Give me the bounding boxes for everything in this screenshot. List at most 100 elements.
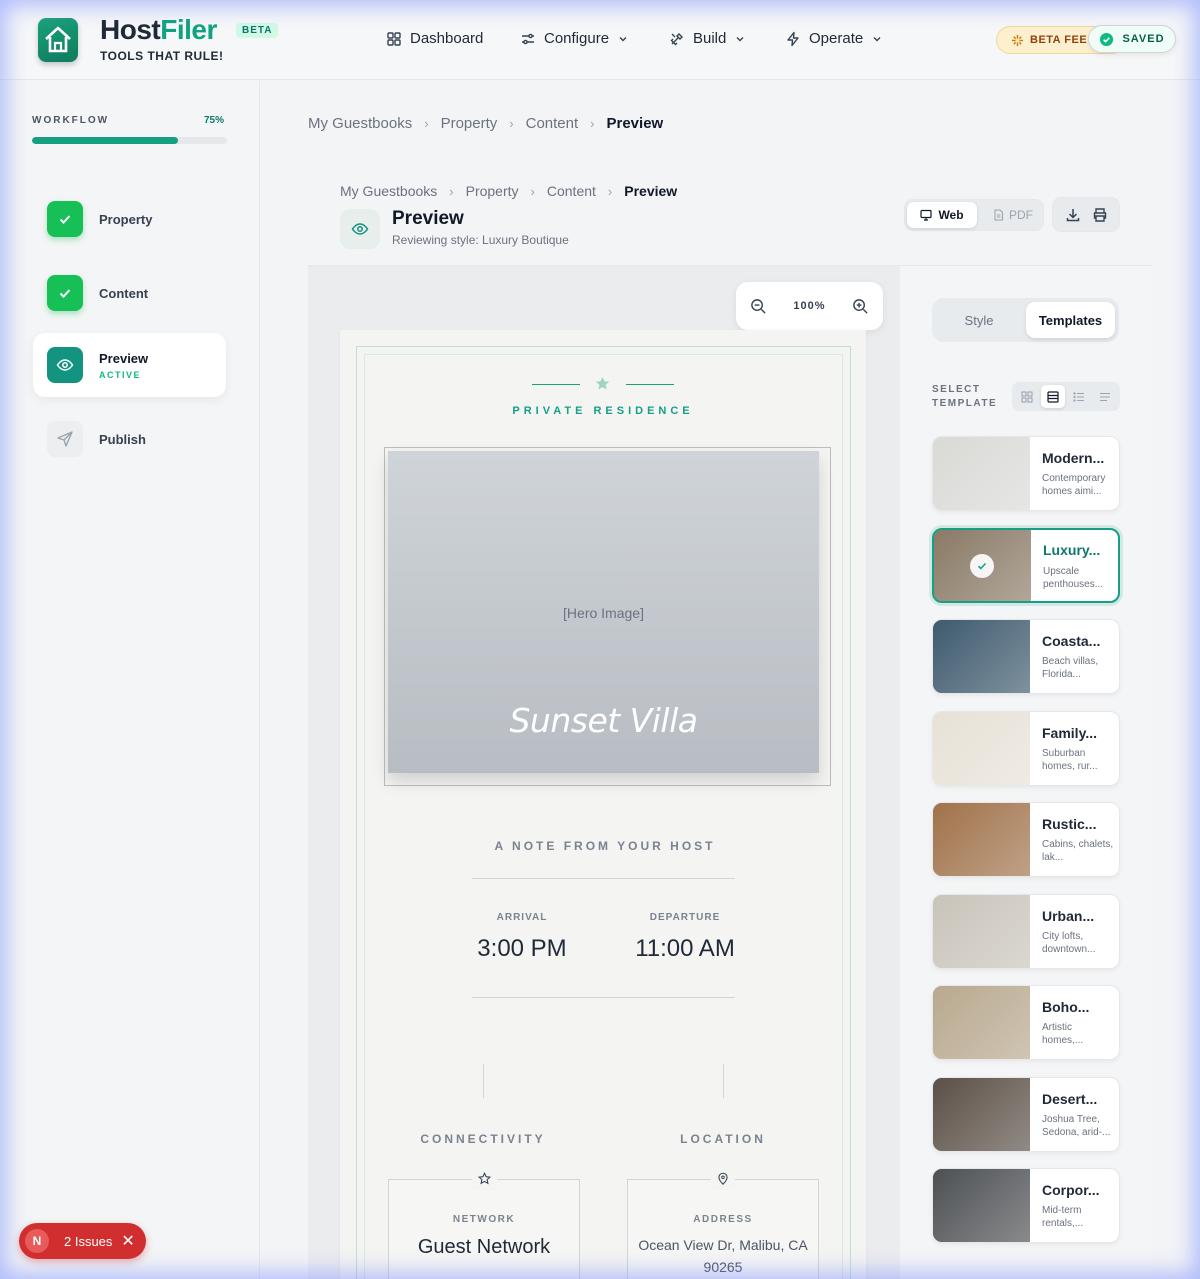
chevron-down-icon — [736, 36, 744, 41]
tab-templates[interactable]: Templates — [1026, 302, 1115, 338]
template-description: Artistic homes,... — [1042, 1022, 1084, 1046]
issues-badge: N — [25, 1229, 49, 1253]
send-icon — [47, 421, 83, 457]
template-card[interactable]: Coasta... Beach villas, Florida... — [932, 619, 1120, 694]
view-mode-toggle — [1012, 382, 1120, 411]
breadcrumb-item[interactable]: Property — [441, 115, 498, 132]
ornament-line — [626, 384, 674, 385]
nav-dashboard[interactable]: Dashboard — [386, 30, 483, 47]
pdf-view-button[interactable]: PDF — [985, 202, 1041, 228]
template-card[interactable]: Urban... City lofts, downtown... — [932, 894, 1120, 969]
divider — [723, 1064, 724, 1098]
step-status: ACTIVE — [99, 370, 142, 380]
step-publish[interactable]: Publish — [33, 407, 226, 471]
document-kicker: PRIVATE RESIDENCE — [512, 405, 694, 417]
step-preview[interactable]: Preview ACTIVE — [33, 333, 226, 397]
location-heading: LOCATION — [680, 1132, 766, 1146]
nav-build[interactable]: Build — [669, 30, 746, 47]
template-description: Beach villas, Florida... — [1042, 656, 1099, 680]
template-name: Luxury... — [1043, 542, 1101, 558]
zoom-in-icon[interactable] — [852, 298, 869, 315]
check-circle-icon — [1100, 32, 1114, 46]
template-name: Coasta... — [1042, 633, 1101, 649]
address-card: ADDRESS Ocean View Dr, Malibu, CA 90265 — [627, 1172, 819, 1279]
template-card[interactable]: Family... Suburban homes, rur... — [932, 711, 1120, 786]
departure-time: 11:00 AM — [635, 935, 735, 962]
template-card[interactable]: Boho... Artistic homes,... — [932, 985, 1120, 1060]
template-thumbnail — [933, 803, 1030, 876]
hero-placeholder: [Hero Image] — [563, 605, 644, 621]
printer-icon[interactable] — [1092, 207, 1108, 223]
sliders-icon — [522, 33, 534, 44]
network-value: Guest Network — [417, 1236, 551, 1258]
chevron-down-icon — [873, 36, 881, 41]
breadcrumb-item[interactable]: My Guestbooks — [340, 183, 437, 199]
network-card: NETWORK Guest Network — [388, 1171, 580, 1279]
step-label: Publish — [99, 432, 146, 447]
beta-badge: BETA — [236, 23, 279, 38]
address-value: Ocean View Dr, Malibu, CA 90265 — [638, 1237, 808, 1275]
web-view-button[interactable]: Web — [907, 202, 977, 228]
template-thumbnail — [933, 620, 1030, 693]
nav-label: Build — [693, 30, 727, 47]
breadcrumb-item[interactable]: Content — [526, 115, 579, 132]
template-card[interactable]: Rustic... Cabins, chalets, lak... — [932, 802, 1120, 877]
hero-image[interactable]: [Hero Image] Sunset Villa — [388, 451, 819, 773]
step-content[interactable]: Content — [33, 261, 226, 325]
step-label: Content — [99, 286, 149, 301]
check-icon — [47, 201, 83, 237]
star-icon — [595, 376, 610, 390]
breadcrumb-item[interactable]: Content — [547, 183, 596, 199]
workflow-progress-bar — [32, 137, 227, 144]
grid-view-button[interactable] — [1015, 385, 1039, 408]
file-icon — [994, 209, 1004, 221]
workflow-sidebar: WORKFLOW 75% Property Content Preview AC… — [0, 81, 260, 1279]
template-description: Joshua Tree, Sedona, arid-... — [1042, 1114, 1111, 1138]
template-card[interactable]: Desert... Joshua Tree, Sedona, arid-... — [932, 1077, 1120, 1152]
template-name: Desert... — [1042, 1091, 1098, 1107]
check-icon — [970, 554, 994, 578]
card-view-button[interactable] — [1041, 385, 1065, 408]
bolt-icon — [787, 31, 799, 46]
property-name: Sunset Villa — [509, 701, 698, 740]
ornament-line — [532, 384, 580, 385]
compact-view-button[interactable] — [1093, 385, 1117, 408]
template-card[interactable]: Luxury... Upscale penthouses... — [932, 528, 1120, 603]
export-actions — [1052, 197, 1120, 232]
breadcrumb-item[interactable]: My Guestbooks — [308, 115, 412, 132]
nav-operate[interactable]: Operate — [785, 30, 883, 47]
page-subtitle: Reviewing style: Luxury Boutique — [392, 233, 569, 247]
zoom-out-icon[interactable] — [750, 298, 767, 315]
template-thumbnail — [933, 437, 1030, 510]
template-card[interactable]: Corpor... Mid-term rentals,... — [932, 1168, 1120, 1243]
tab-style[interactable]: Style — [932, 298, 1026, 342]
nav-label: Dashboard — [410, 30, 484, 47]
grid-icon — [1021, 390, 1033, 403]
sparkle-icon — [1011, 34, 1024, 46]
step-property[interactable]: Property — [33, 187, 226, 251]
host-note-heading: A NOTE FROM YOUR HOST — [494, 839, 716, 853]
arrival-label: ARRIVAL — [496, 912, 548, 923]
template-description: Mid-term rentals,... — [1042, 1205, 1084, 1229]
star-outline-icon — [477, 1171, 491, 1185]
step-label: Preview — [99, 351, 149, 366]
panel-breadcrumb: My Guestbooks › Property › Content › Previe… — [340, 183, 678, 199]
template-description: Cabins, chalets, lak... — [1042, 839, 1114, 863]
step-label: Property — [99, 212, 153, 227]
close-icon[interactable]: ✕ — [121, 1231, 134, 1251]
template-thumbnail — [933, 986, 1030, 1059]
template-thumbnail — [933, 712, 1030, 785]
breadcrumb-item[interactable]: Property — [466, 183, 519, 199]
list-view-button[interactable] — [1067, 385, 1091, 408]
nav-label: Operate — [809, 30, 864, 47]
issues-indicator[interactable]: N 2 Issues ✕ — [19, 1223, 146, 1259]
nav-configure[interactable]: Configure — [520, 30, 629, 47]
page-title: Preview — [392, 208, 464, 229]
template-thumbnail — [933, 1078, 1030, 1151]
tools-icon — [670, 32, 683, 45]
grid-icon — [387, 31, 401, 46]
template-card[interactable]: Modern... Contemporary homes aimi... — [932, 436, 1120, 511]
download-icon[interactable] — [1065, 207, 1081, 223]
logo-icon[interactable] — [38, 18, 78, 62]
workflow-label: WORKFLOW — [32, 115, 110, 126]
